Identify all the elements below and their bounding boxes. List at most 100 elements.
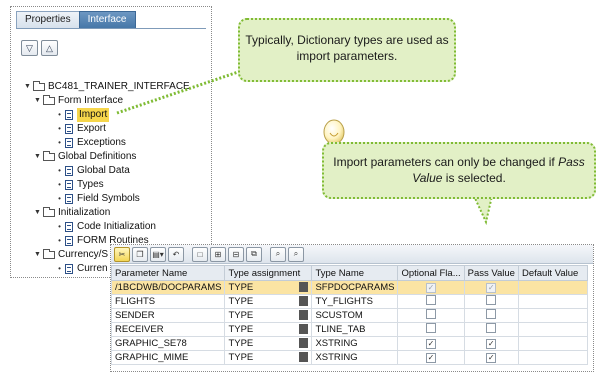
value-help-icon[interactable] <box>299 324 309 334</box>
table-row[interactable]: SENDER TYPE SCUSTOM <box>111 308 588 323</box>
optional-flag-checkbox[interactable]: ✓ <box>426 353 437 363</box>
expand-caret-icon[interactable]: ▼ <box>33 94 42 108</box>
table-row[interactable]: /1BCDWB/DOCPARAMS TYPE SFPDOCPARAMS ✓ ✓ <box>111 280 588 295</box>
pass-value-cell <box>463 308 519 323</box>
find-next-icon[interactable]: ⌕ <box>288 246 304 262</box>
column-header-type-name[interactable]: Type Name <box>311 265 399 281</box>
table-row[interactable]: FLIGHTS TYPE TY_FLIGHTS <box>111 294 588 309</box>
value-help-icon[interactable] <box>299 352 309 362</box>
expand-all-icon[interactable]: ▽ <box>21 40 38 56</box>
table-row[interactable]: GRAPHIC_MIME TYPE XSTRING ✓ ✓ <box>111 350 588 365</box>
tree-node-types[interactable]: • Types <box>55 178 104 192</box>
table-row[interactable]: RECEIVER TYPE TLINE_TAB <box>111 322 588 337</box>
tree-node-currency[interactable]: ▼ Currency/S <box>33 248 108 262</box>
type-assignment-cell[interactable]: TYPE <box>224 280 313 295</box>
parameter-name-cell[interactable]: GRAPHIC_MIME <box>111 350 226 365</box>
type-assignment-cell[interactable]: TYPE <box>224 294 313 309</box>
tab-interface[interactable]: Interface <box>78 11 136 28</box>
expand-caret-icon[interactable]: ▼ <box>23 80 32 94</box>
pass-value-checkbox[interactable] <box>486 295 497 305</box>
value-help-icon[interactable] <box>299 282 309 292</box>
expand-caret-icon[interactable]: ▼ <box>33 206 42 220</box>
tree-node-exceptions[interactable]: • Exceptions <box>55 136 126 150</box>
value-help-icon[interactable] <box>299 310 309 320</box>
tree-node-label: Types <box>77 179 104 190</box>
type-assignment-cell[interactable]: TYPE <box>224 322 313 337</box>
parameter-name-cell-text: FLIGHTS <box>115 296 156 307</box>
optional-flag-cell <box>397 322 465 337</box>
optional-flag-checkbox[interactable] <box>426 295 437 305</box>
type-name-cell[interactable]: SCUSTOM <box>311 308 399 323</box>
default-value-cell[interactable] <box>517 336 588 351</box>
copy-row-icon[interactable]: ⧉ <box>246 246 262 262</box>
optional-flag-checkbox[interactable] <box>426 323 437 333</box>
new-row-icon[interactable]: □ <box>192 246 208 262</box>
paste-dropdown-icon[interactable]: ▤▾ <box>150 246 166 262</box>
default-value-cell[interactable] <box>517 322 588 337</box>
tree-node-root[interactable]: ▼ BC481_TRAINER_INTERFACE <box>23 80 190 94</box>
tree-node-global-data[interactable]: • Global Data <box>55 164 130 178</box>
column-header-default-value[interactable]: Default Value <box>517 265 588 281</box>
pass-value-checkbox[interactable]: ✓ <box>486 353 497 363</box>
expand-caret-icon[interactable]: ▼ <box>33 150 42 164</box>
optional-flag-checkbox[interactable] <box>426 309 437 319</box>
find-icon[interactable]: ⌕ <box>270 246 286 262</box>
type-assignment-cell-text: TYPE <box>228 310 254 321</box>
type-assignment-cell-text: TYPE <box>228 282 254 293</box>
type-name-cell[interactable]: XSTRING <box>311 336 399 351</box>
column-header-parameter-name[interactable]: Parameter Name <box>111 265 226 281</box>
tree-node-export[interactable]: • Export <box>55 122 106 136</box>
parameter-name-cell[interactable]: /1BCDWB/DOCPARAMS <box>111 280 226 295</box>
type-name-cell[interactable]: XSTRING <box>311 350 399 365</box>
tree-node-form-interface[interactable]: ▼ Form Interface <box>33 94 123 108</box>
type-name-cell[interactable]: TY_FLIGHTS <box>311 294 399 309</box>
value-help-icon[interactable] <box>299 296 309 306</box>
default-value-cell[interactable] <box>517 350 588 365</box>
pass-value-checkbox[interactable]: ✓ <box>486 339 497 349</box>
folder-icon <box>43 249 55 259</box>
expand-caret-icon[interactable]: ▼ <box>33 248 42 262</box>
cut-icon[interactable]: ✂ <box>114 246 130 262</box>
tree-node-import[interactable]: • Import <box>55 108 110 122</box>
type-assignment-cell[interactable]: TYPE <box>224 308 313 323</box>
pass-value-checkbox[interactable] <box>486 323 497 333</box>
tree-node-field-symbols[interactable]: • Field Symbols <box>55 192 140 206</box>
delete-row-icon[interactable]: ⊟ <box>228 246 244 262</box>
tab-properties[interactable]: Properties <box>16 11 80 28</box>
type-assignment-cell[interactable]: TYPE <box>224 336 313 351</box>
parameter-name-cell[interactable]: RECEIVER <box>111 322 226 337</box>
tree-node-initialization[interactable]: ▼ Initialization <box>33 206 110 220</box>
column-header-type-assignment[interactable]: Type assignment <box>224 265 313 281</box>
tree-node-label: Exceptions <box>77 137 126 148</box>
tree-node-code-initialization[interactable]: • Code Initialization <box>55 220 156 234</box>
parameter-name-cell[interactable]: FLIGHTS <box>111 294 226 309</box>
default-value-cell[interactable] <box>517 280 588 295</box>
undo-icon[interactable]: ↶ <box>168 246 184 262</box>
table-row[interactable]: GRAPHIC_SE78 TYPE XSTRING ✓ ✓ <box>111 336 588 351</box>
optional-flag-checkbox[interactable]: ✓ <box>426 339 437 349</box>
default-value-cell[interactable] <box>517 294 588 309</box>
import-parameters-grid: ✂ ❐ ▤▾ ↶ □ ⊞ ⊟ ⧉ ⌕ ⌕ Parameter Name Type… <box>110 244 594 372</box>
parameters-table-body: /1BCDWB/DOCPARAMS TYPE SFPDOCPARAMS ✓ ✓ FLIGH… <box>111 280 588 365</box>
bullet-icon: • <box>58 236 61 245</box>
insert-row-icon[interactable]: ⊞ <box>210 246 226 262</box>
type-assignment-cell-text: TYPE <box>228 338 254 349</box>
column-header-pass-value[interactable]: Pass Value <box>463 265 519 281</box>
value-help-icon[interactable] <box>299 338 309 348</box>
pass-value-checkbox[interactable] <box>486 309 497 319</box>
optional-flag-cell: ✓ <box>397 350 465 365</box>
default-value-cell[interactable] <box>517 308 588 323</box>
bullet-icon: • <box>58 180 61 189</box>
optional-flag-cell: ✓ <box>397 336 465 351</box>
tree-node-global-definitions[interactable]: ▼ Global Definitions <box>33 150 136 164</box>
parameter-name-cell[interactable]: GRAPHIC_SE78 <box>111 336 226 351</box>
copy-icon[interactable]: ❐ <box>132 246 148 262</box>
tree-node-currency-item[interactable]: • Curren <box>55 262 108 276</box>
grid-toolbar: ✂ ❐ ▤▾ ↶ □ ⊞ ⊟ ⧉ ⌕ ⌕ <box>111 245 593 264</box>
parameter-name-cell[interactable]: SENDER <box>111 308 226 323</box>
type-assignment-cell[interactable]: TYPE <box>224 350 313 365</box>
type-name-cell[interactable]: SFPDOCPARAMS <box>311 280 399 295</box>
column-header-optional-flag[interactable]: Optional Fla... <box>397 265 465 281</box>
type-name-cell[interactable]: TLINE_TAB <box>311 322 399 337</box>
collapse-all-icon[interactable]: △ <box>41 40 58 56</box>
